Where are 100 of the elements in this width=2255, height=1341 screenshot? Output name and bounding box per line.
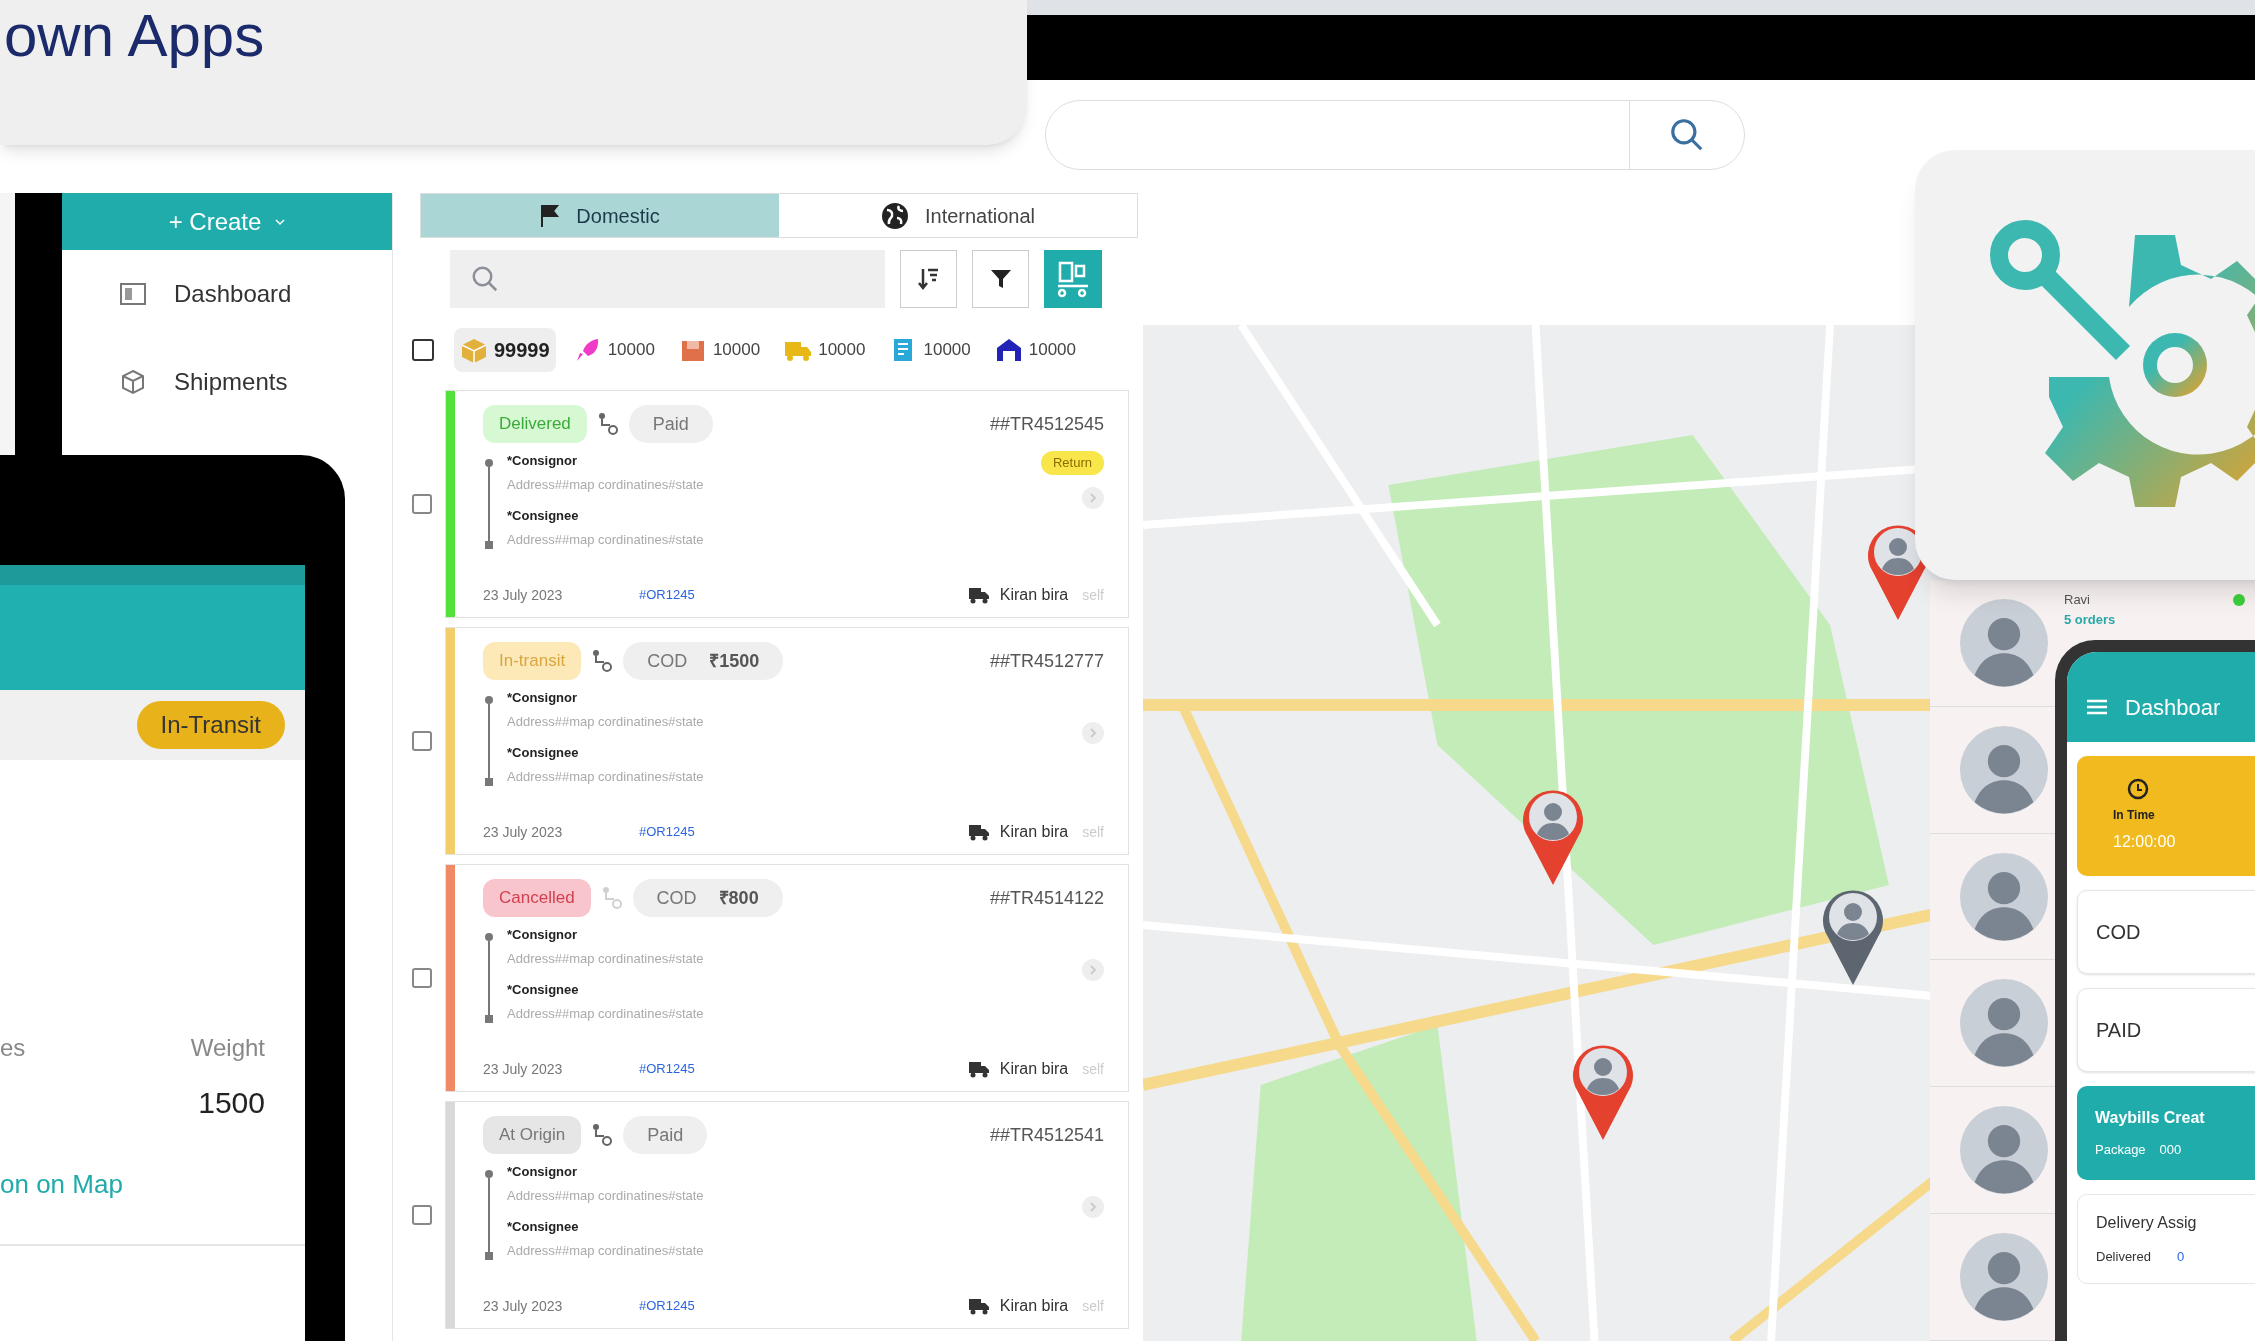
- order-count: 5 orders: [2064, 610, 2116, 629]
- truck-icon: [967, 1060, 990, 1078]
- route-icon: [591, 1123, 614, 1147]
- tracking-number: ##TR4512777: [989, 649, 1104, 673]
- avatar-icon: [1960, 725, 2048, 814]
- count-chip[interactable]: 10000: [567, 328, 661, 372]
- address-text: Address##map cordinatines#state: [507, 949, 704, 968]
- count-chip[interactable]: 10000: [778, 328, 872, 372]
- order-link[interactable]: #OR1245: [639, 822, 695, 842]
- summary-card[interactable]: COD: [2077, 890, 2255, 974]
- address-text: Address##map cordinatines#state: [507, 475, 704, 494]
- delivered-label: Delivered: [2096, 1248, 2151, 1267]
- truck-icon: [967, 823, 990, 841]
- route-icon: [596, 412, 619, 436]
- order-date: 23 July 2023: [483, 822, 564, 842]
- banner-title: own Apps: [4, 2, 265, 70]
- route-line-icon: [485, 696, 493, 786]
- bulk-action-button[interactable]: [1044, 250, 1102, 308]
- payment-badge: Paid: [623, 1116, 708, 1154]
- address-text: Address##map cordinatines#state: [507, 712, 704, 731]
- filter-button[interactable]: [972, 250, 1029, 308]
- stat-label: Weight: [190, 1033, 265, 1063]
- order-date: 23 July 2023: [483, 1059, 564, 1079]
- package-value: 000: [2159, 1141, 2182, 1160]
- tracking-number: ##TR4512545: [989, 412, 1104, 436]
- route-line-icon: [485, 933, 493, 1023]
- order-date: 23 July 2023: [483, 585, 564, 605]
- avatar-icon: [1960, 598, 2048, 687]
- order-date: 23 July 2023: [483, 1296, 564, 1316]
- menu-icon[interactable]: [2087, 699, 2107, 715]
- driver-name: Kiran bira: [999, 585, 1069, 605]
- avatar-icon: [1960, 1233, 2048, 1322]
- in-time-value: 12:00:00: [2113, 832, 2176, 852]
- consignor-label: *Consignor: [507, 1163, 579, 1181]
- checkbox[interactable]: [412, 731, 432, 751]
- count-chip[interactable]: 10000: [672, 328, 767, 372]
- waybills-title: Waybills Creat: [2095, 1108, 2206, 1129]
- payment-badge: Paid: [628, 405, 713, 443]
- tab[interactable]: Domestic: [421, 194, 779, 237]
- order-link[interactable]: #OR1245: [639, 1059, 695, 1079]
- box-icon: [120, 369, 146, 395]
- return-badge: Return: [1040, 451, 1104, 475]
- payment-badge: COD ₹1500: [623, 642, 784, 680]
- summary-card[interactable]: PAID: [2077, 988, 2255, 1072]
- chevron-icon[interactable]: [1082, 1196, 1104, 1218]
- consignee-label: *Consignee: [507, 507, 580, 525]
- chevron-icon[interactable]: [1082, 722, 1104, 744]
- stat-value: 1500: [198, 1085, 265, 1121]
- order-link[interactable]: #OR1245: [639, 1296, 695, 1316]
- clock-icon: [2127, 778, 2149, 800]
- globe-icon: [880, 201, 909, 230]
- address-text: Address##map cordinatines#state: [507, 1241, 704, 1260]
- route-icon: [600, 886, 623, 910]
- sidebar-item[interactable]: Dashboard: [62, 250, 392, 338]
- avatar-icon: [1960, 1106, 2048, 1195]
- count-chip[interactable]: 10000: [988, 328, 1083, 372]
- payment-badge: COD ₹800: [632, 879, 783, 917]
- caret-icon: [275, 217, 286, 226]
- avatar-icon: [1960, 979, 2048, 1068]
- status-badge: Cancelled: [483, 879, 591, 917]
- sort-icon: [917, 267, 940, 291]
- flag-icon: [540, 203, 561, 228]
- search-field[interactable]: [450, 250, 885, 308]
- stat-label: es: [0, 1033, 26, 1063]
- in-time-label: In Time: [2113, 807, 2155, 824]
- package-label: Package: [2095, 1141, 2146, 1160]
- delivery-title: Delivery Assig: [2096, 1213, 2198, 1234]
- count-chip[interactable]: 10000: [883, 328, 977, 372]
- sort-button[interactable]: [900, 250, 957, 308]
- filter-icon: [988, 267, 1013, 291]
- consignor-label: *Consignor: [507, 689, 579, 707]
- home-icon: [994, 337, 1023, 363]
- driver-name: Kiran bira: [999, 1059, 1069, 1079]
- status-badge: Delivered: [483, 405, 587, 443]
- chevron-icon[interactable]: [1082, 486, 1104, 509]
- address-text: Address##map cordinatines#state: [507, 767, 704, 786]
- chevron-icon[interactable]: [1082, 959, 1104, 981]
- status-badge: At Origin: [483, 1116, 582, 1154]
- avatar-icon: [1960, 852, 2048, 941]
- phone-title: Dashboar: [2125, 693, 2221, 722]
- route-line-icon: [485, 1170, 493, 1260]
- consignor-label: *Consignor: [507, 452, 579, 470]
- checkbox[interactable]: [412, 1205, 432, 1225]
- checkbox[interactable]: [412, 339, 434, 361]
- dashboard-icon: [120, 283, 146, 305]
- sidebar-item[interactable]: Shipments: [62, 338, 392, 426]
- order-link[interactable]: #OR1245: [639, 585, 695, 605]
- checkbox[interactable]: [412, 494, 432, 514]
- box-icon: [460, 337, 488, 363]
- consignee-label: *Consignee: [507, 981, 580, 999]
- driver-name: Ravi: [2064, 591, 2091, 609]
- status-badge: In-transit: [483, 642, 582, 680]
- route-icon: [591, 649, 614, 673]
- driver-name: Kiran bira: [999, 822, 1069, 842]
- consignee-label: *Consignee: [507, 744, 580, 762]
- search-icon: [470, 264, 500, 294]
- count-chip[interactable]: 99999: [454, 328, 556, 372]
- checkbox[interactable]: [412, 968, 432, 988]
- address-text: Address##map cordinatines#state: [507, 530, 704, 549]
- tracking-number: ##TR4514122: [989, 886, 1104, 910]
